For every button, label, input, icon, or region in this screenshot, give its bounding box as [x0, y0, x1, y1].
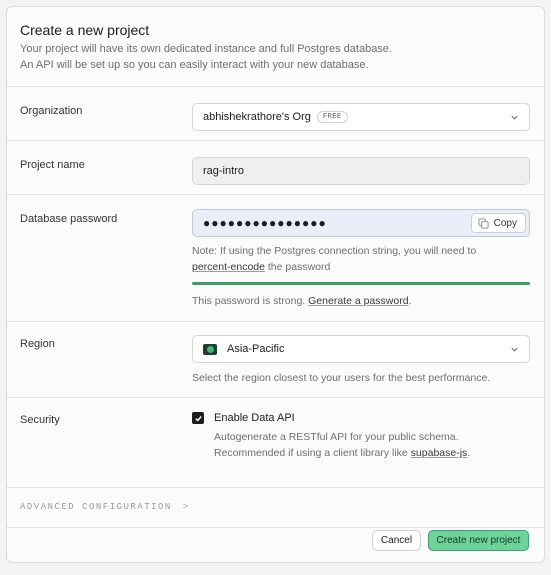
copy-icon	[478, 217, 489, 229]
security-desc-line-1: Autogenerate a RESTful API for your publ…	[214, 431, 459, 443]
percent-encode-link[interactable]: percent-encode	[192, 261, 265, 273]
password-strength-text: This password is strong. Generate a pass…	[192, 293, 530, 309]
project-name-row: Project name rag-intro	[7, 141, 544, 195]
project-name-input[interactable]: rag-intro	[192, 157, 530, 185]
region-select[interactable]: Asia-Pacific	[192, 335, 530, 363]
organization-row: Organization abhishekrathore's Org FREE	[7, 87, 544, 141]
database-password-row: Database password ●●●●●●●●●●●●●●● Copy N…	[7, 195, 544, 322]
database-password-input[interactable]: ●●●●●●●●●●●●●●● Copy	[192, 209, 530, 237]
chevron-down-icon	[511, 115, 518, 120]
strength-message: This password is strong.	[192, 295, 309, 307]
copy-button-label: Copy	[493, 217, 517, 229]
project-name-label: Project name	[20, 159, 85, 171]
password-masked-value: ●●●●●●●●●●●●●●●	[203, 216, 327, 230]
password-note-line-1: Note: If using the Postgres connection s…	[192, 245, 477, 257]
organization-select[interactable]: abhishekrathore's Org FREE	[192, 103, 530, 131]
checkmark-icon	[194, 415, 202, 422]
generate-suffix: .	[408, 295, 412, 307]
advanced-configuration-toggle[interactable]: ADVANCED CONFIGURATION >	[20, 502, 190, 512]
page-title: Create a new project	[20, 22, 150, 38]
plan-badge: FREE	[316, 111, 348, 123]
chevron-down-icon	[511, 347, 518, 352]
region-label: Region	[20, 338, 55, 350]
form-footer: Cancel Create new project	[7, 522, 544, 562]
region-row: Region Asia-Pacific Select the region cl…	[7, 322, 544, 398]
password-note: Note: If using the Postgres connection s…	[192, 243, 530, 275]
enable-data-api-label: Enable Data API	[214, 412, 295, 424]
form-header: Create a new project Your project will h…	[7, 7, 544, 87]
region-value: Asia-Pacific	[227, 343, 285, 355]
enable-data-api-checkbox[interactable]	[192, 412, 204, 424]
copy-password-button[interactable]: Copy	[470, 213, 526, 233]
security-description: Autogenerate a RESTful API for your publ…	[214, 429, 530, 461]
subtitle-line-1: Your project will have its own dedicated…	[20, 43, 392, 55]
supabase-js-link[interactable]: supabase-js	[411, 447, 468, 459]
security-row: Security Enable Data API Autogenerate a …	[7, 398, 544, 488]
organization-value: abhishekrathore's Org	[203, 111, 311, 123]
create-project-card: Create a new project Your project will h…	[6, 6, 545, 563]
security-desc-suffix: .	[467, 447, 471, 459]
cancel-button[interactable]: Cancel	[372, 530, 421, 551]
database-password-label: Database password	[20, 213, 118, 225]
organization-label: Organization	[20, 105, 83, 117]
globe-icon	[203, 343, 217, 355]
generate-password-link[interactable]: Generate a password	[308, 295, 408, 307]
enable-data-api-option[interactable]: Enable Data API	[192, 412, 530, 424]
security-desc-prefix: Recommended if using a client library li…	[214, 447, 411, 459]
password-strength-bar	[192, 282, 530, 285]
advanced-configuration-label: ADVANCED CONFIGURATION	[20, 502, 172, 512]
password-note-suffix: the password	[264, 261, 331, 273]
chevron-right-icon: >	[182, 502, 190, 512]
subtitle-line-2: An API will be set up so you can easily …	[20, 59, 369, 71]
region-help: Select the region closest to your users …	[192, 372, 491, 384]
create-project-button[interactable]: Create new project	[428, 530, 529, 551]
security-label: Security	[20, 414, 60, 426]
password-strength-track	[192, 282, 530, 285]
